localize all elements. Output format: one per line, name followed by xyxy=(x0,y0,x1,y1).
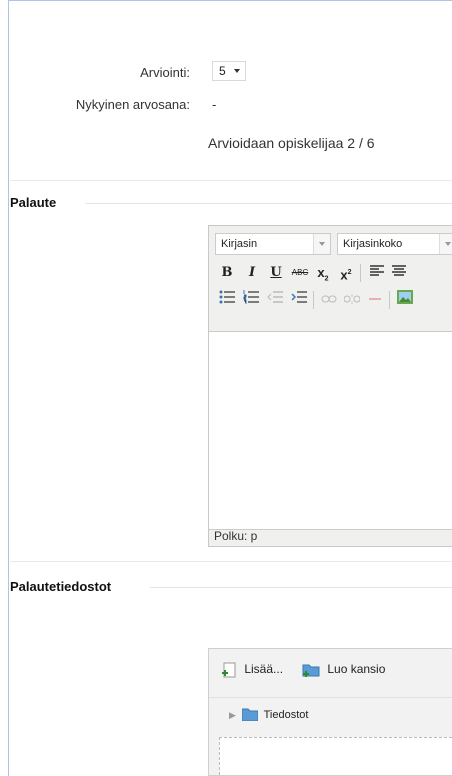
italic-icon[interactable]: I xyxy=(242,263,262,283)
unlink-icon[interactable] xyxy=(342,290,362,310)
new-folder-icon xyxy=(302,664,320,677)
legend-rule xyxy=(150,587,452,588)
font-family-combo[interactable]: Kirjasin xyxy=(215,233,331,255)
link-icon[interactable] xyxy=(319,290,339,310)
folder-breadcrumb[interactable]: ▶ Tiedostot xyxy=(229,707,309,722)
add-file-label: Lisää... xyxy=(244,662,284,677)
indent-icon[interactable] xyxy=(289,290,309,310)
numbered-list-icon[interactable] xyxy=(241,290,261,310)
current-grade-value: - xyxy=(212,97,217,112)
legend-rule xyxy=(85,203,452,204)
grading-progress-text: Arvioidaan opiskelijaa 2 / 6 xyxy=(208,135,375,151)
subscript-icon[interactable]: x2 xyxy=(313,263,333,283)
grade-label: Arviointi: xyxy=(140,65,190,80)
create-folder-label: Luo kansio xyxy=(327,662,386,677)
html-editor: Kirjasin Kirjasinkoko B I U ABC x2 x2 Po… xyxy=(208,225,452,547)
section-divider xyxy=(10,180,452,181)
grade-select[interactable]: 5 xyxy=(212,61,246,81)
file-manager-toolbar: Lisää... Luo kansio xyxy=(209,655,452,691)
create-folder-button[interactable]: Luo kansio xyxy=(302,662,385,678)
toolbar-separator xyxy=(389,291,390,309)
chevron-down-icon xyxy=(313,234,330,254)
strikethrough-icon[interactable]: ABC xyxy=(290,263,310,283)
align-left-icon[interactable] xyxy=(367,263,387,283)
editor-text-area[interactable] xyxy=(209,331,452,530)
folder-path-row: ▶ Tiedostot xyxy=(209,697,452,734)
editor-toolbar: Kirjasin Kirjasinkoko B I U ABC x2 x2 xyxy=(209,226,452,331)
section-divider xyxy=(10,561,452,562)
font-size-combo-label: Kirjasinkoko xyxy=(343,238,403,250)
bullet-list-icon[interactable] xyxy=(217,290,237,310)
toolbar-separator xyxy=(360,264,361,282)
font-size-combo[interactable]: Kirjasinkoko xyxy=(337,233,452,255)
image-icon[interactable] xyxy=(395,290,415,310)
feedback-legend: Palaute xyxy=(10,195,63,210)
folder-label: Tiedostot xyxy=(263,709,309,721)
current-grade-label: Nykyinen arvosana: xyxy=(75,97,190,112)
folder-icon xyxy=(241,708,259,722)
file-manager: Lisää... Luo kansio ▶ Tiedostot xyxy=(208,648,452,776)
editor-path: Polku: p xyxy=(214,529,258,543)
outdent-icon[interactable] xyxy=(265,290,285,310)
underline-icon[interactable]: U xyxy=(266,263,286,283)
chevron-down-icon xyxy=(234,69,240,73)
file-drop-area[interactable] xyxy=(219,737,452,775)
feedback-files-legend: Palautetiedostot xyxy=(10,579,118,594)
bold-icon[interactable]: B xyxy=(217,263,237,283)
font-family-combo-label: Kirjasin xyxy=(221,238,258,250)
align-center-icon[interactable] xyxy=(389,263,409,283)
chevron-down-icon xyxy=(439,234,452,254)
superscript-icon[interactable]: x2 xyxy=(336,263,356,283)
add-file-button[interactable]: Lisää... xyxy=(221,662,283,678)
toolbar-separator xyxy=(313,291,314,309)
grade-select-value: 5 xyxy=(219,64,226,78)
anchor-icon[interactable] xyxy=(365,290,385,310)
chevron-right-icon: ▶ xyxy=(229,710,236,720)
add-file-icon xyxy=(222,662,236,678)
